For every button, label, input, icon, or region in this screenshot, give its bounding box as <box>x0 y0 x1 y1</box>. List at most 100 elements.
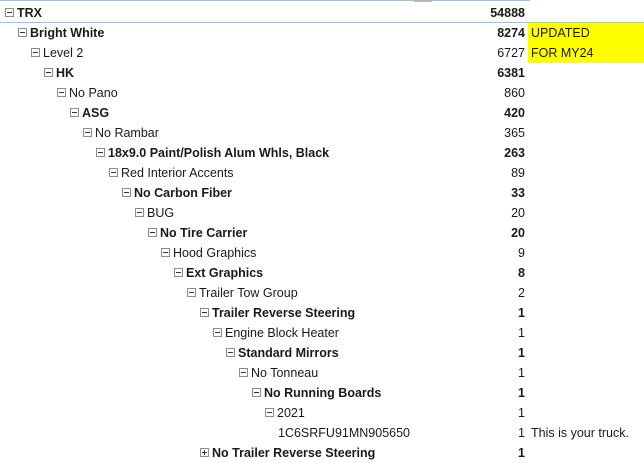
row-label-text: ASG <box>82 106 110 120</box>
row-value: 6381 <box>497 66 525 80</box>
row-label-text: Level 2 <box>43 46 84 60</box>
row-label-text: Red Interior Accents <box>121 166 234 180</box>
row-value: 8 <box>518 266 525 280</box>
collapse-icon[interactable] <box>96 148 105 157</box>
row-label-text: No Rambar <box>95 126 159 140</box>
row-label-text: Bright White <box>30 26 105 40</box>
pivot-row[interactable]: 18x9.0 Paint/Polish Alum Whls, Black 263 <box>0 143 644 163</box>
pivot-row[interactable]: Trailer Reverse Steering 1 <box>0 303 644 323</box>
row-value: 8274 <box>497 26 525 40</box>
pivot-table: TRX 54888 Bright White 8274 UPDATED Level 2 67… <box>0 3 644 463</box>
highlighted-note-cell: FOR MY24 <box>528 43 644 63</box>
collapse-icon[interactable] <box>135 208 144 217</box>
row-value: 860 <box>504 86 525 100</box>
row-label-text: TRX <box>17 6 42 20</box>
row-label: No Trailer Reverse Steering <box>200 443 375 463</box>
row-label: No Running Boards <box>252 383 381 403</box>
collapse-icon[interactable] <box>70 108 79 117</box>
row-value: 263 <box>504 146 525 160</box>
row-label: Hood Graphics <box>161 243 256 263</box>
pivot-row[interactable]: ASG 420 <box>0 103 644 123</box>
row-label: 1C6SRFU91MN905650 <box>278 423 410 443</box>
row-label: No Tire Carrier <box>148 223 247 243</box>
row-label: No Carbon Fiber <box>122 183 232 203</box>
column-resize-handle[interactable] <box>414 0 432 2</box>
pivot-row[interactable]: No Trailer Reverse Steering 1 <box>0 443 644 463</box>
collapse-icon[interactable] <box>226 348 235 357</box>
row-label: Ext Graphics <box>174 263 263 283</box>
collapse-icon[interactable] <box>57 88 66 97</box>
collapse-icon[interactable] <box>213 328 222 337</box>
pivot-row[interactable]: 2021 1 <box>0 403 644 423</box>
row-value: 1 <box>518 306 525 320</box>
collapse-icon[interactable] <box>109 168 118 177</box>
collapse-icon[interactable] <box>31 48 40 57</box>
collapse-icon[interactable] <box>265 408 274 417</box>
row-value: 1 <box>518 346 525 360</box>
row-label: ASG <box>70 103 109 123</box>
collapse-icon[interactable] <box>148 228 157 237</box>
collapse-icon[interactable] <box>161 248 170 257</box>
grid-top-border <box>0 0 530 1</box>
row-label: HK <box>44 63 74 83</box>
pivot-row[interactable]: Ext Graphics 8 <box>0 263 644 283</box>
row-value: 1 <box>518 366 525 380</box>
collapse-icon[interactable] <box>18 28 27 37</box>
pivot-row[interactable]: Level 2 6727 FOR MY24 <box>0 43 644 63</box>
pivot-row[interactable]: TRX 54888 <box>0 3 644 23</box>
collapse-icon[interactable] <box>200 308 209 317</box>
row-value: 54888 <box>490 6 525 20</box>
row-label: No Rambar <box>83 123 159 143</box>
pivot-row[interactable]: No Rambar 365 <box>0 123 644 143</box>
row-label-text: No Carbon Fiber <box>134 186 232 200</box>
pivot-row[interactable]: No Running Boards 1 <box>0 383 644 403</box>
collapse-icon[interactable] <box>44 68 53 77</box>
collapse-icon[interactable] <box>5 8 14 17</box>
pivot-row[interactable]: No Pano 860 <box>0 83 644 103</box>
row-label-text: Engine Block Heater <box>225 326 339 340</box>
row-value: 420 <box>504 106 525 120</box>
row-label-text: HK <box>56 66 75 80</box>
row-value: 20 <box>511 226 525 240</box>
row-label: BUG <box>135 203 174 223</box>
pivot-row[interactable]: BUG 20 <box>0 203 644 223</box>
pivot-row[interactable]: HK 6381 <box>0 63 644 83</box>
row-value: 1 <box>518 386 525 400</box>
row-label: Bright White <box>18 23 104 43</box>
row-label: 18x9.0 Paint/Polish Alum Whls, Black <box>96 143 329 163</box>
row-label: TRX <box>5 3 42 23</box>
row-label-text: Hood Graphics <box>173 246 257 260</box>
pivot-row[interactable]: Red Interior Accents 89 <box>0 163 644 183</box>
row-value: 33 <box>511 186 525 200</box>
pivot-row[interactable]: No Tire Carrier 20 <box>0 223 644 243</box>
pivot-row[interactable]: 1C6SRFU91MN905650 1 This is your truck. <box>0 423 644 443</box>
collapse-icon[interactable] <box>122 188 131 197</box>
row-label-text: Standard Mirrors <box>238 346 339 360</box>
row-label-text: Trailer Reverse Steering <box>212 306 356 320</box>
pivot-row[interactable]: Hood Graphics 9 <box>0 243 644 263</box>
row-label-text: No Running Boards <box>264 386 382 400</box>
pivot-row[interactable]: Trailer Tow Group 2 <box>0 283 644 303</box>
collapse-icon[interactable] <box>83 128 92 137</box>
pivot-row[interactable]: Engine Block Heater 1 <box>0 323 644 343</box>
collapse-icon[interactable] <box>174 268 183 277</box>
pivot-row[interactable]: No Tonneau 1 <box>0 363 644 383</box>
pivot-row[interactable]: Bright White 8274 UPDATED <box>0 23 644 43</box>
row-label: No Tonneau <box>239 363 318 383</box>
row-value: 9 <box>518 246 525 260</box>
row-value: 2 <box>518 286 525 300</box>
row-label-text: 2021 <box>277 406 305 420</box>
collapse-icon[interactable] <box>252 388 261 397</box>
row-value: 1 <box>518 446 525 460</box>
collapse-icon[interactable] <box>239 368 248 377</box>
row-value: 1 <box>518 406 525 420</box>
row-value: 365 <box>504 126 525 140</box>
row-label: 2021 <box>265 403 305 423</box>
row-label: Trailer Reverse Steering <box>200 303 355 323</box>
pivot-row[interactable]: No Carbon Fiber 33 <box>0 183 644 203</box>
collapse-icon[interactable] <box>187 288 196 297</box>
highlighted-note-cell: UPDATED <box>528 23 644 43</box>
pivot-row[interactable]: Standard Mirrors 1 <box>0 343 644 363</box>
row-label: Standard Mirrors <box>226 343 339 363</box>
row-label-text: Ext Graphics <box>186 266 264 280</box>
